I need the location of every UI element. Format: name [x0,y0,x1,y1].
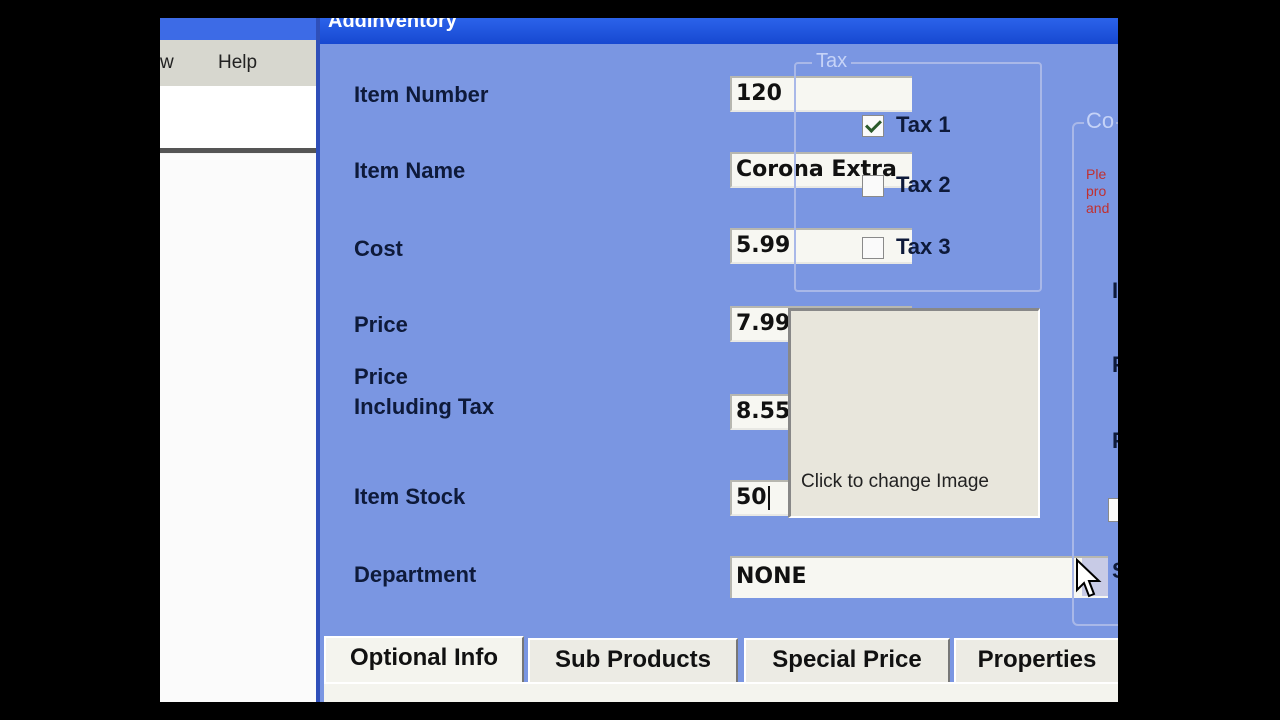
tax-group-title: Tax [812,50,852,73]
tab-special-price[interactable]: Special Price [744,638,950,682]
background-menubar: w Help [160,40,316,86]
department-value: NONE [736,564,807,589]
right-group-partial: Co Ple pro and I F F S [1072,108,1118,626]
add-inventory-dialog: AddInventory Item Number Item Name Cost … [316,18,1118,702]
tab-sub-products[interactable]: Sub Products [528,638,738,682]
menu-help[interactable]: Help [218,52,257,74]
checkbox-unchecked-icon[interactable] [862,237,884,260]
note-line: and [1086,200,1110,216]
note-line: pro [1086,183,1107,199]
background-list-area [160,154,316,702]
tax-2-checkbox[interactable]: Tax 2 [862,172,951,198]
checkbox-checked-icon[interactable] [862,115,884,138]
tax-1-checkbox[interactable]: Tax 1 [862,112,951,138]
item-number-label: Item Number [354,82,489,107]
screen-area: w Help AddInventory Item Number Item Nam… [160,18,1118,702]
tab-bar: Optional Info Sub Products Special Price… [324,632,1118,702]
tax-group: Tax Tax 1 Tax 2 Tax 3 [794,50,1042,292]
note-line: Ple [1086,166,1107,182]
tax-3-checkbox[interactable]: Tax 3 [862,234,951,260]
price-including-tax-label-line2: Including Tax [354,394,495,419]
tax-3-label: Tax 3 [896,234,951,259]
price-label: Price [354,312,408,337]
image-caption: Click to change Image [801,471,989,492]
right-label: F [1112,352,1118,378]
right-checkbox[interactable] [1108,498,1118,522]
item-name-label: Item Name [354,158,466,183]
price-including-tax-label-line1: Price [354,364,408,389]
item-stock-label: Item Stock [354,484,466,509]
background-toolbar [160,86,316,153]
checkbox-unchecked-icon[interactable] [862,175,884,198]
item-stock-value: 50 [736,485,767,510]
background-window-titlebar [160,18,316,40]
right-label: S [1112,558,1118,584]
cost-label: Cost [354,236,403,261]
tab-optional-info[interactable]: Optional Info [324,636,524,684]
department-label: Department [354,562,477,587]
tax-2-label: Tax 2 [896,172,951,197]
tax-1-label: Tax 1 [896,112,951,137]
menu-view[interactable]: w [160,52,174,74]
right-group-title: Co [1084,108,1117,134]
text-caret [767,486,770,510]
background-window: w Help [160,18,316,702]
dialog-title: AddInventory [320,18,1118,44]
right-group-note: Ple pro and [1086,166,1109,217]
item-image-button[interactable]: Click to change Image [788,308,1040,518]
department-dropdown[interactable]: NONE [730,556,1108,598]
tab-properties[interactable]: Properties [954,638,1118,682]
tab-content-panel [324,682,1118,702]
right-label: F [1112,428,1118,454]
right-label: I [1112,278,1118,303]
